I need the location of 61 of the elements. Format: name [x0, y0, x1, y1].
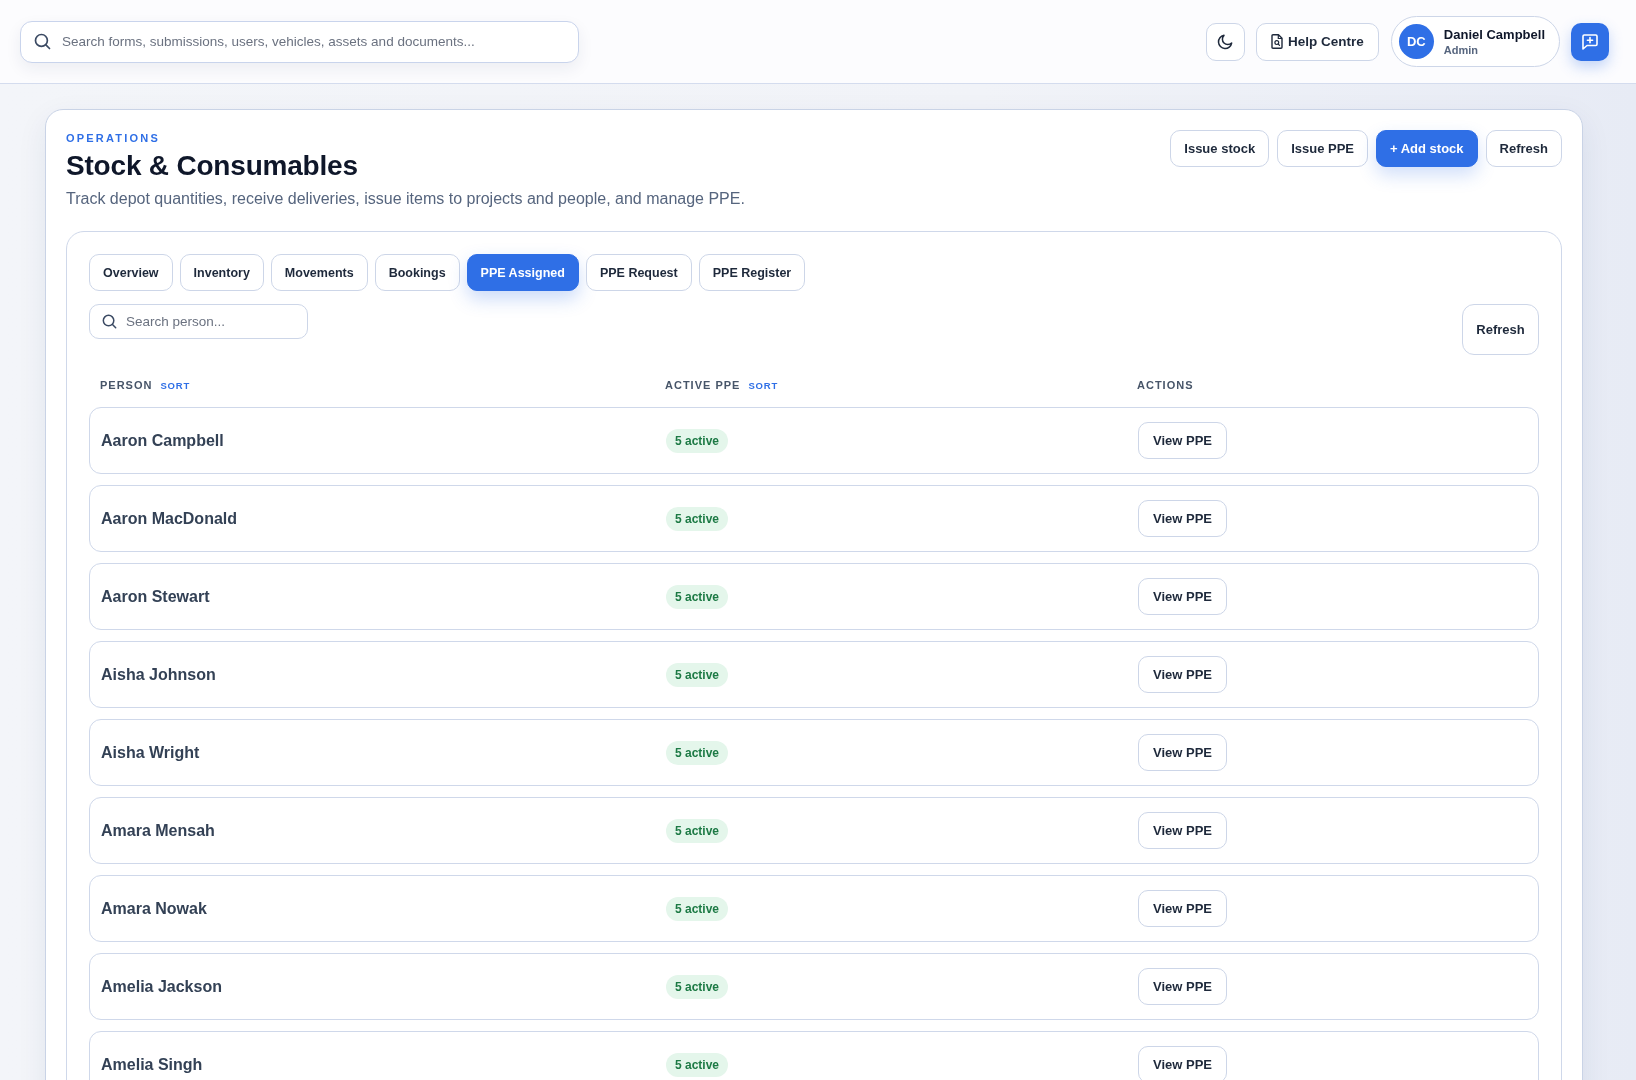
- person-name: Aisha Wright: [101, 743, 200, 762]
- primary-action-button[interactable]: + Add stock: [1376, 130, 1478, 167]
- action-button[interactable]: Issue stock: [1170, 130, 1270, 167]
- count-badge: 5 active: [666, 506, 729, 531]
- count-badge: 5 active: [666, 1052, 729, 1077]
- view-button[interactable]: View PPE: [1138, 890, 1227, 927]
- section-label: OPERATIONS: [66, 131, 161, 145]
- count-badge: 5 active: [666, 428, 729, 453]
- action-button[interactable]: Refresh: [1485, 130, 1562, 167]
- tab[interactable]: Inventory: [179, 254, 264, 291]
- user-name: Daniel Campbell: [1443, 27, 1545, 42]
- person-name: Aaron Campbell: [101, 431, 224, 450]
- count-badge: 5 active: [666, 740, 729, 765]
- search-field[interactable]: Search forms, submissions, users, vehicles, assets and documents...: [20, 20, 579, 63]
- search-icon: [34, 32, 51, 50]
- count-badge: 5 active: [666, 662, 729, 687]
- person-name: Amelia Singh: [101, 1055, 203, 1074]
- page-subtitle: Track depot quantities, receive deliveries, issue items to projects and people, and manage PPE.: [66, 189, 745, 209]
- moon-icon: [1217, 33, 1235, 50]
- column-header: ACTIONS: [1137, 379, 1194, 391]
- sort-link[interactable]: SORT: [748, 380, 778, 391]
- person-name: Amara Nowak: [101, 899, 207, 918]
- count-badge: 5 active: [666, 584, 729, 609]
- action-button[interactable]: Issue PPE: [1277, 130, 1368, 167]
- view-button[interactable]: View PPE: [1138, 1046, 1227, 1080]
- sort-link[interactable]: SORT: [160, 380, 191, 391]
- user-menu[interactable]: DC Daniel Campbell Admin: [1390, 16, 1560, 67]
- person-name: Aaron Stewart: [101, 587, 210, 606]
- person-name: Aisha Johnson: [101, 665, 216, 684]
- message-plus-icon: [1581, 32, 1599, 51]
- tab[interactable]: Overview: [89, 254, 173, 291]
- view-button[interactable]: View PPE: [1138, 422, 1227, 459]
- view-button[interactable]: View PPE: [1138, 656, 1227, 693]
- count-badge: 5 active: [666, 974, 729, 999]
- help-button[interactable]: Help Centre: [1256, 22, 1379, 61]
- new-message-button[interactable]: [1571, 22, 1609, 61]
- view-button[interactable]: View PPE: [1138, 812, 1227, 849]
- column-header: PERSON: [100, 379, 153, 391]
- person-name: Aaron MacDonald: [101, 509, 237, 528]
- view-button[interactable]: View PPE: [1138, 578, 1227, 615]
- tab[interactable]: Movements: [270, 254, 368, 291]
- tab[interactable]: PPE Register: [698, 254, 806, 291]
- count-badge: 5 active: [666, 818, 729, 843]
- refresh-button[interactable]: Refresh: [1462, 304, 1539, 355]
- view-button[interactable]: View PPE: [1138, 500, 1227, 537]
- user-role: Admin: [1443, 44, 1480, 56]
- tab[interactable]: PPE Request: [585, 254, 692, 291]
- search-field[interactable]: Search person...: [89, 304, 308, 339]
- count-badge: 5 active: [666, 896, 729, 921]
- person-name: Amara Mensah: [101, 821, 215, 840]
- page-title: Stock & Consumables: [66, 149, 359, 183]
- view-button[interactable]: View PPE: [1138, 734, 1227, 771]
- document-search-icon: [1271, 34, 1284, 49]
- tab[interactable]: Bookings: [374, 254, 460, 291]
- tab[interactable]: PPE Assigned: [466, 254, 579, 291]
- column-header: ACTIVE PPE: [665, 379, 741, 391]
- view-button[interactable]: View PPE: [1138, 968, 1227, 1005]
- search-icon: [102, 314, 117, 329]
- person-name: Amelia Jackson: [101, 977, 222, 996]
- theme-toggle-button[interactable]: [1206, 22, 1246, 61]
- user-avatar: DC: [1398, 24, 1434, 59]
